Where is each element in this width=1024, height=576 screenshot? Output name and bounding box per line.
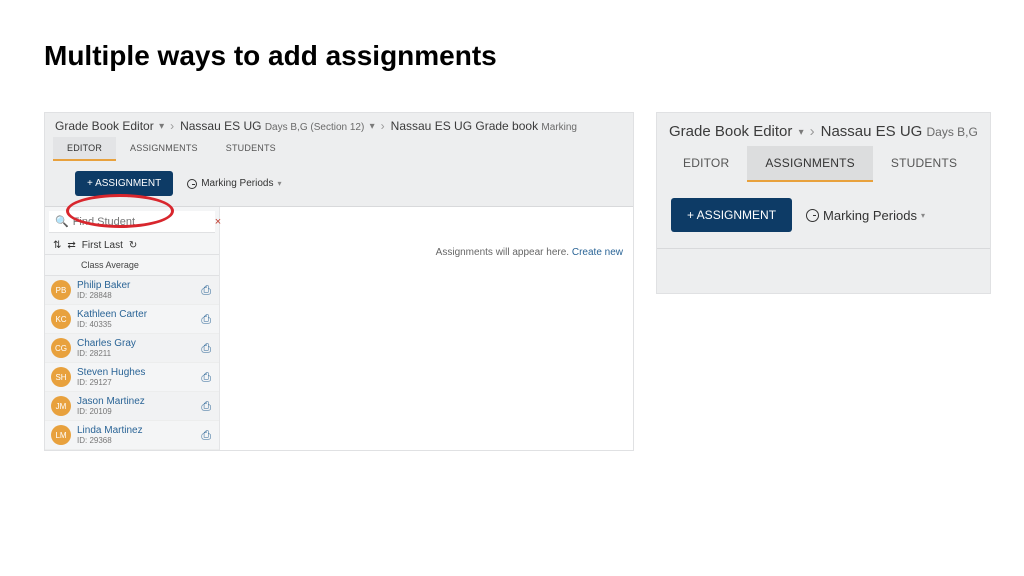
student-name[interactable]: Linda Martinez (77, 425, 143, 436)
breadcrumb-book[interactable]: Nassau ES UG Grade book Marking (391, 119, 577, 133)
sort-row: ⇅ ⇄ First Last ↻ (45, 237, 219, 255)
student-search[interactable]: 🔍 × (49, 211, 215, 233)
student-id: ID: 29127 (77, 378, 145, 387)
class-average-row: Class Average (45, 255, 219, 276)
editor-panel-right: Grade Book Editor ▾ › Nassau ES UG Days … (656, 112, 991, 294)
breadcrumb: Grade Book Editor ▾ › Nassau ES UG Days … (45, 113, 633, 137)
chevron-down-icon: ▾ (799, 127, 804, 138)
student-id: ID: 28848 (77, 291, 130, 300)
breadcrumb-gradebook[interactable]: Grade Book Editor ▾ (669, 123, 804, 140)
tab-editor[interactable]: EDITOR (53, 137, 116, 161)
assignment-grid-empty: Assignments will appear here. Create new (220, 207, 633, 450)
refresh-icon[interactable]: ↻ (129, 240, 137, 251)
swap-icon[interactable]: ⇄ (67, 240, 75, 251)
student-name[interactable]: Jason Martinez (77, 396, 145, 407)
chevron-down-icon: ▾ (370, 121, 375, 132)
avatar: PB (51, 280, 71, 300)
student-row[interactable]: JM Jason MartinezID: 20109 ⎙ (45, 392, 219, 421)
editor-panel-left: Grade Book Editor ▾ › Nassau ES UG Days … (44, 112, 634, 451)
add-assignment-button[interactable]: + ASSIGNMENT (671, 198, 792, 232)
first-last-toggle[interactable]: First Last (82, 240, 123, 251)
marking-periods-dropdown[interactable]: Marking Periods ▾ (187, 178, 281, 189)
student-row[interactable]: LM Linda MartinezID: 29368 ⎙ (45, 421, 219, 450)
student-row[interactable]: CG Charles GrayID: 28211 ⎙ (45, 334, 219, 363)
avatar: LM (51, 425, 71, 445)
print-icon[interactable]: ⎙ (201, 283, 211, 298)
breadcrumb-gradebook[interactable]: Grade Book Editor ▾ (55, 119, 164, 133)
student-row[interactable]: PB Philip BakerID: 28848 ⎙ (45, 276, 219, 305)
clock-icon (806, 209, 819, 222)
chevron-right-icon: › (810, 123, 815, 140)
student-row[interactable]: KC Kathleen CarterID: 40335 ⎙ (45, 305, 219, 334)
student-name[interactable]: Steven Hughes (77, 367, 145, 378)
sort-updown-icon[interactable]: ⇅ (53, 240, 61, 251)
student-name[interactable]: Charles Gray (77, 338, 136, 349)
add-assignment-button[interactable]: + ASSIGNMENT (75, 171, 173, 196)
tab-students[interactable]: STUDENTS (873, 146, 975, 182)
search-input[interactable] (73, 216, 215, 228)
breadcrumb-class[interactable]: Nassau ES UG Days B,G (Section 12) ▾ (180, 119, 375, 133)
breadcrumb-class[interactable]: Nassau ES UG Days B,G (821, 123, 978, 140)
avatar: CG (51, 338, 71, 358)
chevron-down-icon: ▾ (159, 121, 164, 132)
slide-title: Multiple ways to add assignments (44, 40, 980, 72)
student-name[interactable]: Kathleen Carter (77, 309, 147, 320)
tab-students[interactable]: STUDENTS (212, 137, 290, 161)
print-icon[interactable]: ⎙ (201, 428, 211, 443)
tab-assignments[interactable]: ASSIGNMENTS (747, 146, 873, 182)
chevron-right-icon: › (381, 119, 385, 133)
student-sidebar: 🔍 × ⇅ ⇄ First Last ↻ Class Average PB Phi… (45, 207, 220, 450)
print-icon[interactable]: ⎙ (201, 399, 211, 414)
clock-icon (187, 179, 197, 189)
print-icon[interactable]: ⎙ (201, 370, 211, 385)
tab-assignments[interactable]: ASSIGNMENTS (116, 137, 212, 161)
print-icon[interactable]: ⎙ (201, 312, 211, 327)
toolbar: + ASSIGNMENT Marking Periods ▾ (657, 182, 990, 249)
tabs: EDITOR ASSIGNMENTS STUDENTS (657, 146, 990, 182)
print-icon[interactable]: ⎙ (201, 341, 211, 356)
chevron-right-icon: › (170, 119, 174, 133)
create-new-link[interactable]: Create new (572, 247, 623, 258)
tab-editor[interactable]: EDITOR (665, 146, 747, 182)
student-id: ID: 20109 (77, 407, 145, 416)
student-row[interactable]: SH Steven HughesID: 29127 ⎙ (45, 363, 219, 392)
tabs: EDITOR ASSIGNMENTS STUDENTS (45, 137, 633, 161)
toolbar: + ASSIGNMENT Marking Periods ▾ (45, 161, 633, 207)
student-id: ID: 29368 (77, 436, 143, 445)
avatar: JM (51, 396, 71, 416)
search-icon: 🔍 (55, 215, 69, 228)
avatar: KC (51, 309, 71, 329)
marking-periods-dropdown[interactable]: Marking Periods ▾ (806, 208, 925, 223)
avatar: SH (51, 367, 71, 387)
breadcrumb: Grade Book Editor ▾ › Nassau ES UG Days … (657, 113, 990, 146)
student-id: ID: 28211 (77, 349, 136, 358)
student-id: ID: 40335 (77, 320, 147, 329)
caret-down-icon: ▾ (921, 211, 925, 220)
student-name[interactable]: Philip Baker (77, 280, 130, 291)
caret-down-icon: ▾ (277, 179, 281, 188)
